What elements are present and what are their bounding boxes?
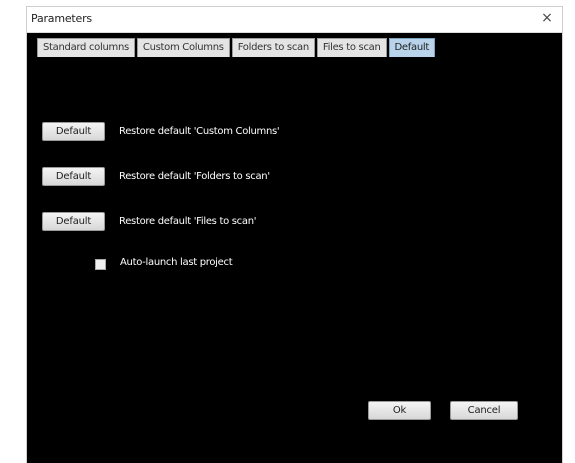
tab-strip: Standard columns Custom Columns Folders …	[27, 33, 562, 67]
default-tab-panel: Default Restore default 'Custom Columns'…	[27, 67, 562, 463]
restore-folders-to-scan-label: Restore default 'Folders to scan'	[119, 171, 270, 182]
tab-custom-columns[interactable]: Custom Columns	[136, 38, 230, 57]
restore-custom-columns-label: Restore default 'Custom Columns'	[119, 126, 280, 137]
ok-button[interactable]: Ok	[368, 401, 431, 420]
cancel-button[interactable]: Cancel	[450, 401, 518, 420]
tab-folders-to-scan[interactable]: Folders to scan	[231, 38, 315, 57]
restore-files-to-scan-label: Restore default 'Files to scan'	[119, 216, 257, 227]
tab-default[interactable]: Default	[388, 38, 435, 57]
tab-standard-columns[interactable]: Standard columns	[37, 38, 135, 57]
restore-files-to-scan-button[interactable]: Default	[42, 212, 105, 231]
restore-custom-columns-button[interactable]: Default	[42, 122, 105, 141]
auto-launch-checkbox[interactable]	[95, 259, 106, 270]
restore-folders-to-scan-button[interactable]: Default	[42, 167, 105, 186]
parameters-dialog: Parameters × Standard columns Custom Col…	[26, 6, 563, 463]
tab-files-to-scan[interactable]: Files to scan	[316, 38, 387, 57]
dialog-title: Parameters	[31, 12, 92, 25]
title-bar: Parameters ×	[27, 7, 562, 33]
close-icon[interactable]: ×	[540, 10, 554, 26]
auto-launch-label: Auto-launch last project	[120, 257, 233, 268]
